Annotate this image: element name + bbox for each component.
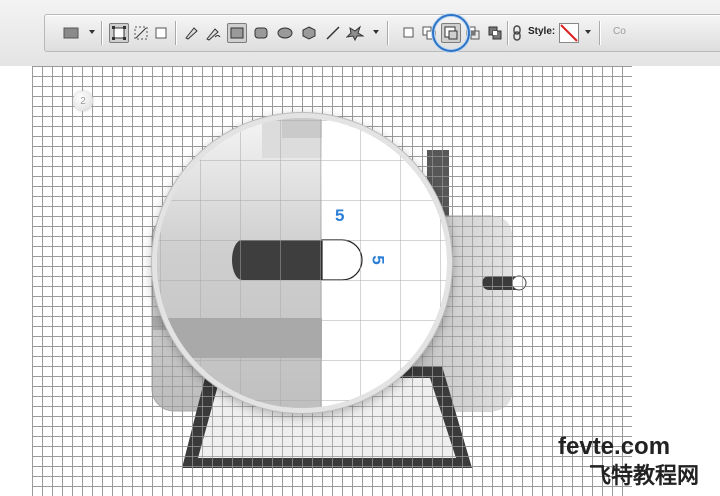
line-icon[interactable] — [323, 23, 343, 43]
step-badge: 2 — [73, 91, 93, 111]
measure-label-top: 5 — [335, 206, 345, 225]
separator — [599, 21, 600, 45]
dropdown-arrow-icon[interactable] — [585, 30, 591, 34]
separator — [175, 21, 176, 45]
exclude-overlap-icon[interactable] — [485, 23, 505, 43]
paths-icon[interactable] — [131, 23, 151, 43]
new-layer-icon[interactable] — [399, 23, 419, 43]
magnifier-circle: 5 5 — [157, 118, 447, 408]
options-bar: Style: Co — [0, 0, 720, 66]
shape-layers-icon[interactable] — [109, 23, 129, 43]
polygon-icon[interactable] — [299, 23, 319, 43]
rounded-rectangle-icon[interactable] — [251, 23, 271, 43]
magnified-view — [157, 118, 447, 408]
dropdown-arrow-icon[interactable] — [89, 30, 95, 34]
style-swatch-icon[interactable] — [559, 23, 579, 43]
link-icon[interactable] — [507, 23, 527, 43]
separator — [387, 21, 388, 45]
watermark-site-name: 飞特教程网 — [589, 463, 700, 488]
fill-pixels-icon[interactable] — [151, 23, 171, 43]
rectangle-icon[interactable] — [227, 23, 247, 43]
rectangle-tool-icon[interactable] — [61, 23, 81, 43]
measure-label-side: 5 — [368, 255, 388, 265]
color-label: Co — [613, 26, 626, 37]
dropdown-arrow-icon[interactable] — [373, 30, 379, 34]
custom-shape-icon[interactable] — [345, 23, 365, 43]
watermark-url: fevte.com — [558, 433, 671, 460]
pen-icon[interactable] — [181, 23, 201, 43]
separator — [101, 21, 102, 45]
ellipse-icon[interactable] — [275, 23, 295, 43]
step-number: 2 — [80, 95, 86, 107]
options-bar-panel: Style: Co — [44, 14, 720, 52]
highlight-circle — [432, 14, 470, 52]
style-label: Style: — [528, 26, 556, 37]
freeform-pen-icon[interactable] — [203, 23, 223, 43]
